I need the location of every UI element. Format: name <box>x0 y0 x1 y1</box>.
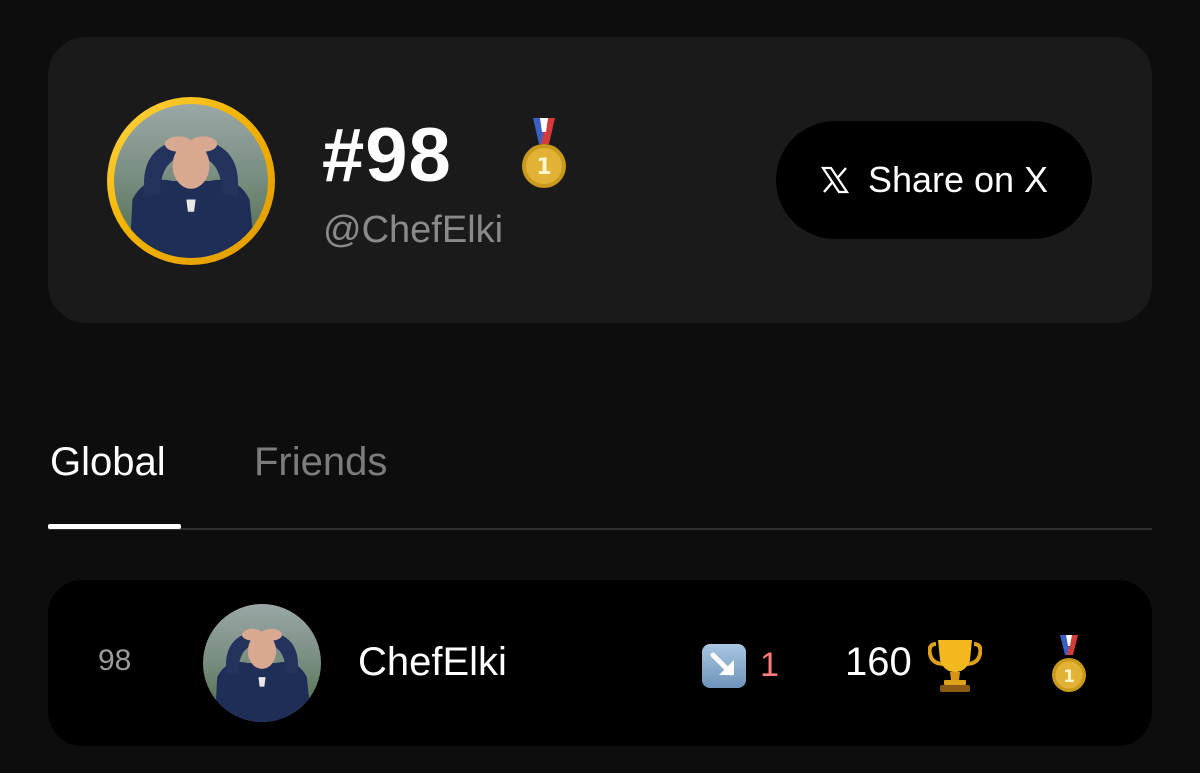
leaderboard-tabs: Global Friends <box>48 430 1152 530</box>
tab-friends[interactable]: Friends <box>254 440 387 485</box>
row-avatar <box>203 604 321 722</box>
active-tab-indicator <box>48 524 181 529</box>
svg-text:1: 1 <box>536 155 551 180</box>
svg-text:1: 1 <box>1063 667 1075 687</box>
share-button-label: Share on X <box>867 159 1049 200</box>
share-on-x-button[interactable]: Share on X <box>776 121 1092 239</box>
avatar-photo <box>203 604 321 722</box>
row-username: ChefElki <box>358 640 507 684</box>
row-score: 160 <box>845 640 912 684</box>
leaderboard-row[interactable]: 98 ChefElki 1 160 1 <box>48 580 1152 746</box>
tab-global[interactable]: Global <box>50 440 166 485</box>
avatar-photo <box>114 104 268 258</box>
tab-divider <box>48 528 1152 530</box>
trophy-icon <box>928 640 982 692</box>
arrow-down-right-icon <box>702 644 746 688</box>
row-rank: 98 <box>98 644 132 677</box>
profile-rank: #98 <box>322 113 452 198</box>
x-logo-icon <box>820 166 849 194</box>
profile-handle: @ChefElki <box>323 209 504 251</box>
gold-medal-icon: 1 <box>522 118 566 188</box>
gold-medal-icon: 1 <box>1052 635 1086 692</box>
profile-avatar[interactable] <box>107 97 275 265</box>
rank-change-value: 1 <box>760 646 779 684</box>
